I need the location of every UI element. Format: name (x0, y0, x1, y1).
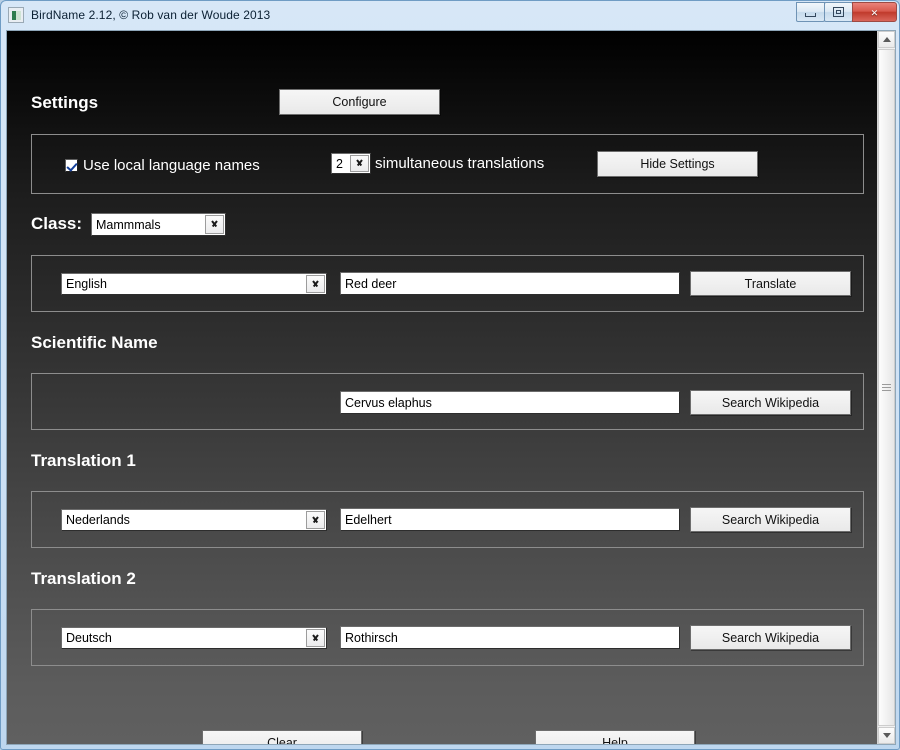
client-area: Settings Configure Use local language na… (6, 30, 896, 745)
window-title: BirdName 2.12, © Rob van der Woude 2013 (31, 8, 271, 22)
source-name-input[interactable]: Red deer (340, 272, 680, 295)
chevron-down-icon (882, 733, 891, 738)
minimize-icon (805, 12, 816, 17)
chevron-down-icon (350, 155, 369, 172)
chevron-down-icon (306, 511, 325, 529)
translation-1-search-wikipedia-button[interactable]: Search Wikipedia (690, 507, 851, 532)
translation-1-language-value: Nederlands (66, 513, 130, 527)
page-body: Settings Configure Use local language na… (7, 31, 877, 744)
chevron-down-icon (306, 629, 325, 647)
source-language-select[interactable]: English (61, 273, 327, 295)
vertical-scrollbar[interactable] (877, 31, 895, 744)
close-button[interactable]: × (852, 2, 897, 22)
title-bar[interactable]: BirdName 2.12, © Rob van der Woude 2013 … (1, 1, 899, 29)
translation-1-language-select[interactable]: Nederlands (61, 509, 327, 531)
translation-2-heading: Translation 2 (31, 569, 136, 588)
close-icon: × (870, 4, 879, 20)
clear-button[interactable]: Clear (202, 730, 362, 744)
configure-button[interactable]: Configure (279, 89, 440, 115)
translation-2-language-value: Deutsch (66, 631, 112, 645)
chevron-down-icon (306, 275, 325, 293)
scrollbar-thumb[interactable] (878, 49, 895, 726)
chevron-down-icon (205, 215, 224, 234)
minimize-button[interactable] (796, 2, 825, 22)
scientific-name-heading: Scientific Name (31, 333, 158, 352)
translation-1-heading: Translation 1 (31, 451, 136, 470)
translation-2-input[interactable]: Rothirsch (340, 626, 680, 649)
help-button[interactable]: Help (535, 730, 695, 744)
source-language-value: English (66, 277, 107, 291)
translation-2-language-select[interactable]: Deutsch (61, 627, 327, 649)
class-label: Class: (31, 214, 83, 233)
scroll-up-button[interactable] (878, 31, 895, 48)
use-local-names-label: Use local language names (83, 157, 260, 174)
scientific-search-wikipedia-button[interactable]: Search Wikipedia (690, 390, 851, 415)
restore-button[interactable] (824, 2, 853, 22)
translation-2-search-wikipedia-button[interactable]: Search Wikipedia (690, 625, 851, 650)
translate-button[interactable]: Translate (690, 271, 851, 296)
grip-icon (882, 384, 891, 391)
class-select[interactable]: Mammmals (91, 213, 226, 236)
restore-icon (833, 7, 844, 17)
use-local-names-checkbox[interactable]: Use local language names (65, 157, 260, 174)
chevron-up-icon (882, 37, 891, 42)
hide-settings-button[interactable]: Hide Settings (597, 151, 758, 177)
class-value: Mammmals (96, 217, 161, 232)
checkbox-icon (65, 159, 78, 172)
scroll-down-button[interactable] (878, 727, 895, 744)
translations-suffix-label: simultaneous translations (375, 155, 545, 172)
window-controls: × (796, 2, 897, 22)
translations-count-select[interactable]: 2 (331, 153, 371, 174)
app-icon (8, 7, 24, 23)
application-window: BirdName 2.12, © Rob van der Woude 2013 … (0, 0, 900, 750)
translations-count-value: 2 (336, 156, 343, 171)
settings-heading: Settings (31, 93, 99, 112)
scientific-name-input[interactable]: Cervus elaphus (340, 391, 680, 414)
translation-1-input[interactable]: Edelhert (340, 508, 680, 531)
